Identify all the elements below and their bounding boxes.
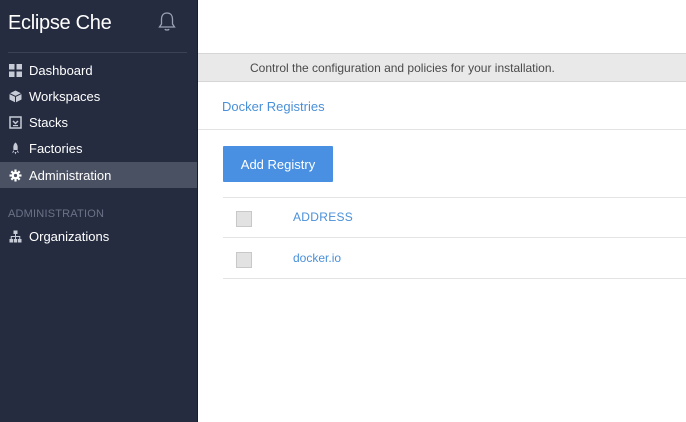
table-header-row: ADDRESS [223,198,686,238]
sidebar-divider [8,52,187,53]
sidebar-item-label: Organizations [29,228,110,244]
sidebar-item-stacks[interactable]: Stacks [0,109,197,135]
column-header-address[interactable]: ADDRESS [293,210,353,224]
bell-icon[interactable] [157,11,177,33]
sidebar-item-administration[interactable]: Administration [0,162,197,188]
main-content: Control the configuration and policies f… [198,0,686,422]
sidebar-item-dashboard[interactable]: Dashboard [0,57,197,83]
info-bar: Control the configuration and policies f… [198,53,686,82]
add-registry-button[interactable]: Add Registry [223,146,333,182]
factories-icon [8,141,22,155]
brand-logo[interactable]: Eclipse Che [8,12,112,35]
sidebar: Eclipse Che Dashboard Workspaces Stacks … [0,0,197,422]
sidebar-item-organizations[interactable]: Organizations [0,223,197,249]
select-all-checkbox[interactable] [236,211,252,227]
sidebar-item-label: Stacks [29,114,69,130]
organizations-icon [8,229,22,243]
sidebar-item-factories[interactable]: Factories [0,135,197,161]
gear-icon [8,168,22,182]
sidebar-item-label: Factories [29,140,83,156]
sidebar-item-label: Dashboard [29,62,93,78]
sidebar-item-label: Administration [29,167,112,183]
table-row: docker.io [223,239,686,279]
row-checkbox[interactable] [236,252,252,268]
dashboard-icon [8,63,22,77]
registry-address-link[interactable]: docker.io [293,251,341,265]
section-label: ADMINISTRATION [8,208,105,220]
stacks-icon [8,115,22,129]
divider [198,129,686,130]
info-text: Control the configuration and policies f… [250,61,555,75]
breadcrumb-docker-registries[interactable]: Docker Registries [222,99,325,114]
sidebar-item-workspaces[interactable]: Workspaces [0,83,197,109]
sidebar-item-label: Workspaces [29,88,101,104]
workspaces-icon [8,89,22,103]
